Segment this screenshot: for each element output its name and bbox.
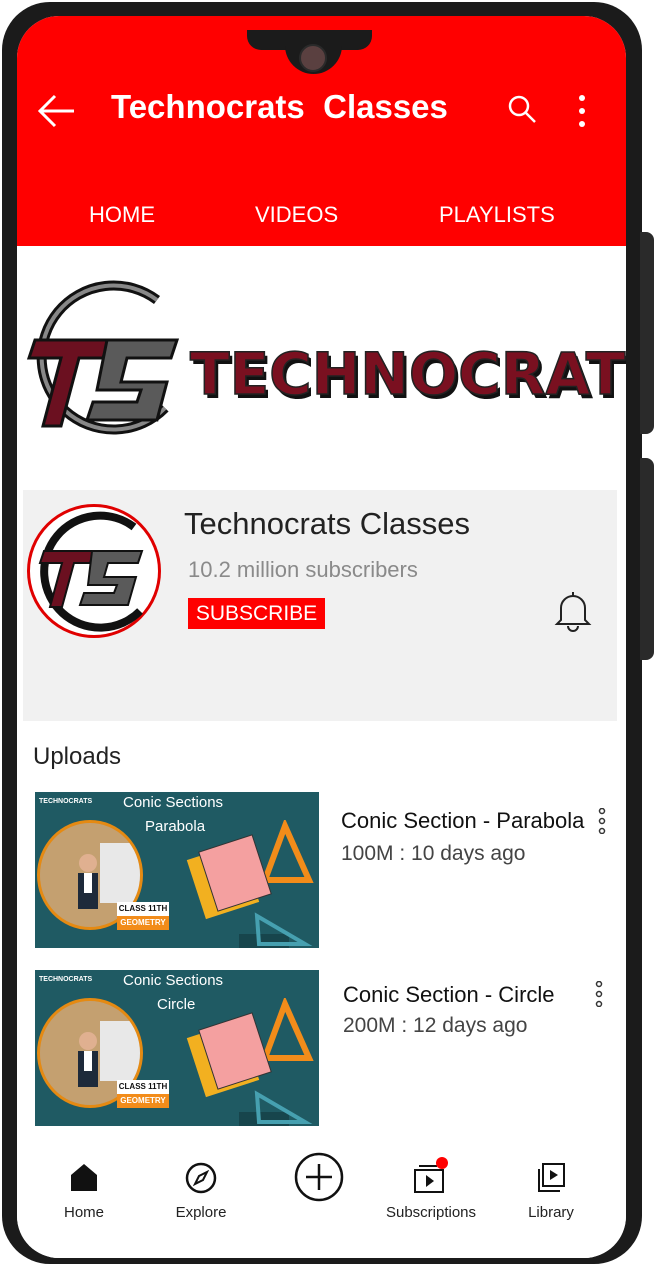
channel-banner: TECHNOCRATS TECHNOCRATS [17,248,626,488]
subscriber-count: 10.2 million subscribers [188,557,418,582]
video-options-icon[interactable] [594,981,604,1007]
thumbnail-title: Conic Sections [123,794,224,811]
tab-videos[interactable]: VIDEOS [255,202,338,228]
camera-icon [299,44,327,72]
thumbnail-notebook-art [186,820,314,948]
video-title[interactable]: Conic Section - Parabola [341,808,584,834]
library-icon [538,1163,565,1192]
nav-library[interactable]: Library [501,1144,601,1258]
subscribe-button[interactable]: SUBSCRIBE [188,598,325,629]
class-label-text: CLASS 11TH [117,1080,169,1094]
subscriptions-icon [414,1157,448,1193]
nav-create[interactable] [269,1144,369,1258]
page-title: Technocrats Classes [111,88,448,125]
class-label: CLASS 11TH GEOMETRY [117,902,169,932]
volume-button [640,232,654,434]
technocrats-logo: TECHNOCRATS TECHNOCRATS [26,280,626,435]
search-icon[interactable] [507,94,537,124]
channel-name: Technocrats Classes [184,506,471,541]
add-icon [294,1152,344,1202]
subject-label-text: GEOMETRY [117,1094,169,1108]
thumbnail-brand: TECHNOCRATS [39,976,93,983]
nav-home-label: Home [63,1204,104,1221]
nav-home[interactable]: Home [34,1144,134,1258]
subject-label-text: GEOMETRY [117,916,169,930]
power-button [640,458,654,660]
back-arrow-icon[interactable] [37,94,77,128]
class-label: CLASS 11TH GEOMETRY [117,1080,169,1110]
tab-home[interactable]: HOME [89,202,155,228]
video-thumbnail[interactable]: TECHNOCRATS Conic Sections Parabola CLAS… [35,792,319,948]
nav-explore-label: Explore [175,1204,227,1221]
class-label-text: CLASS 11TH [117,902,169,916]
uploads-heading: Uploads [33,743,122,770]
more-options-icon[interactable] [575,94,589,128]
banner-logo-text-front: TECHNOCRATS [190,340,626,408]
tc-logo [38,511,144,632]
nav-subscriptions[interactable]: Subscriptions [381,1144,481,1258]
notification-bell-icon[interactable] [553,588,593,632]
bottom-navigation: Home Explore Subscriptions Library [17,1144,626,1258]
thumbnail-notebook-art [186,998,314,1126]
nav-library-label: Library [528,1204,574,1221]
tab-playlists[interactable]: PLAYLISTS [439,202,555,228]
channel-header: Technocrats Classes HOME VIDEOS PLAYLIST… [17,16,626,246]
video-thumbnail[interactable]: TECHNOCRATS Conic Sections Circle CLASS … [35,970,319,1126]
home-icon [71,1164,97,1191]
nav-explore[interactable]: Explore [151,1144,251,1258]
channel-avatar[interactable] [27,504,161,638]
video-meta: 100M : 10 days ago [341,842,526,865]
nav-subscriptions-label: Subscriptions [385,1204,477,1221]
thumbnail-brand: TECHNOCRATS [39,798,93,805]
video-meta: 200M : 12 days ago [343,1014,528,1037]
video-title[interactable]: Conic Section - Circle [343,982,555,1008]
notification-dot [436,1157,448,1169]
video-options-icon[interactable] [597,808,607,834]
compass-icon [185,1162,217,1194]
thumbnail-title: Conic Sections [123,972,224,989]
app-screen: Technocrats Classes HOME VIDEOS PLAYLIST… [17,16,626,1258]
